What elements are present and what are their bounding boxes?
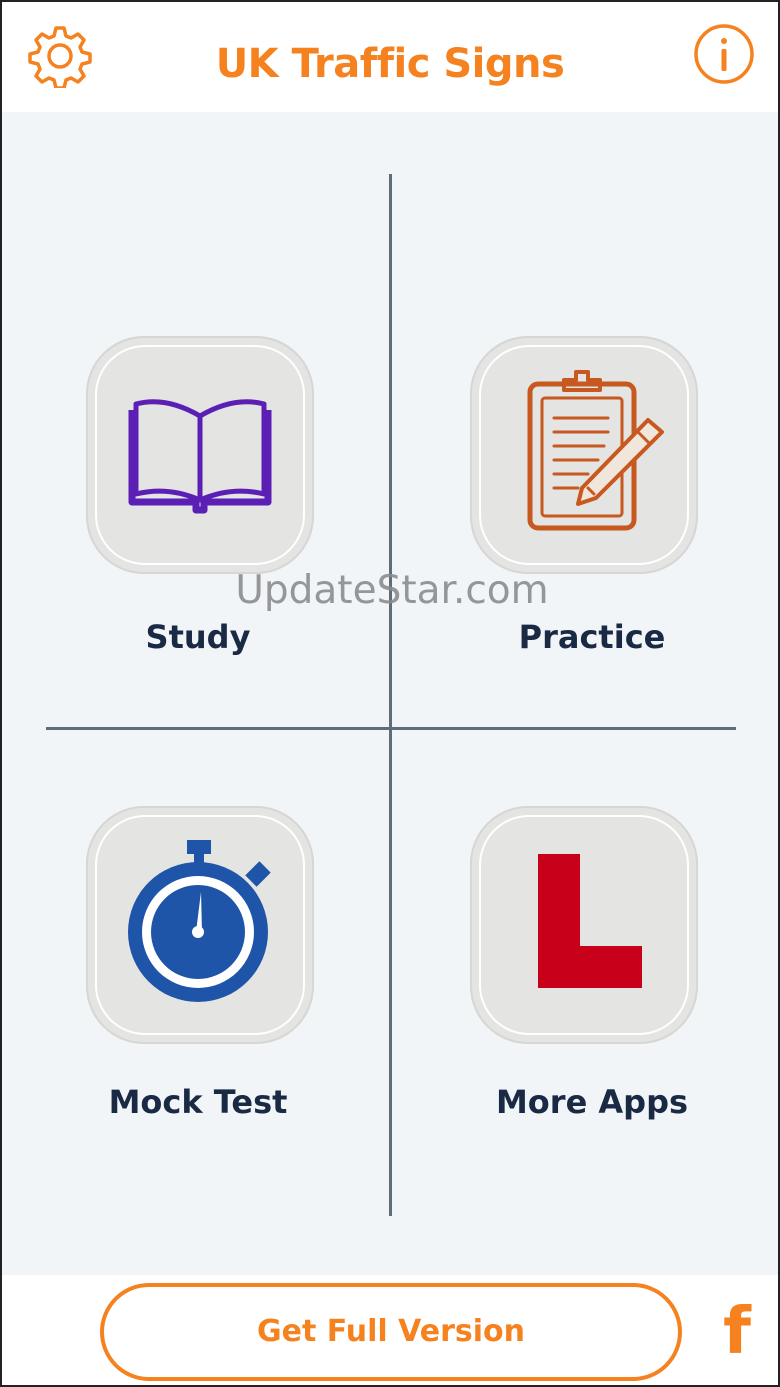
study-label: Study <box>145 618 251 656</box>
book-icon <box>128 399 272 514</box>
vertical-divider <box>389 174 392 1216</box>
mock-test-tile[interactable] <box>86 806 314 1044</box>
app-title: UK Traffic Signs <box>215 41 565 87</box>
clipboard-pen-icon <box>527 370 664 531</box>
header-bar: UK Traffic Signs <box>2 2 778 112</box>
info-button[interactable] <box>692 22 756 86</box>
more-apps-tile[interactable] <box>470 806 698 1044</box>
app-screen: UK Traffic Signs Study Practice Mock Tes… <box>0 0 780 1387</box>
mock-test-label: Mock Test <box>108 1083 288 1121</box>
practice-tile[interactable] <box>470 336 698 574</box>
learner-l-icon <box>538 854 642 988</box>
practice-label: Practice <box>518 618 666 656</box>
get-full-version-button[interactable]: Get Full Version <box>100 1283 682 1381</box>
stopwatch-icon <box>128 840 271 1002</box>
footer-bar: Get Full Version f <box>2 1275 778 1385</box>
menu-grid: Study Practice Mock Test More Apps <box>2 112 778 1275</box>
more-apps-label: More Apps <box>495 1083 689 1121</box>
horizontal-divider <box>46 727 736 730</box>
study-tile[interactable] <box>86 336 314 574</box>
watermark: UpdateStar.com <box>235 568 549 613</box>
info-icon <box>694 24 754 84</box>
facebook-icon[interactable]: f <box>714 1297 760 1367</box>
